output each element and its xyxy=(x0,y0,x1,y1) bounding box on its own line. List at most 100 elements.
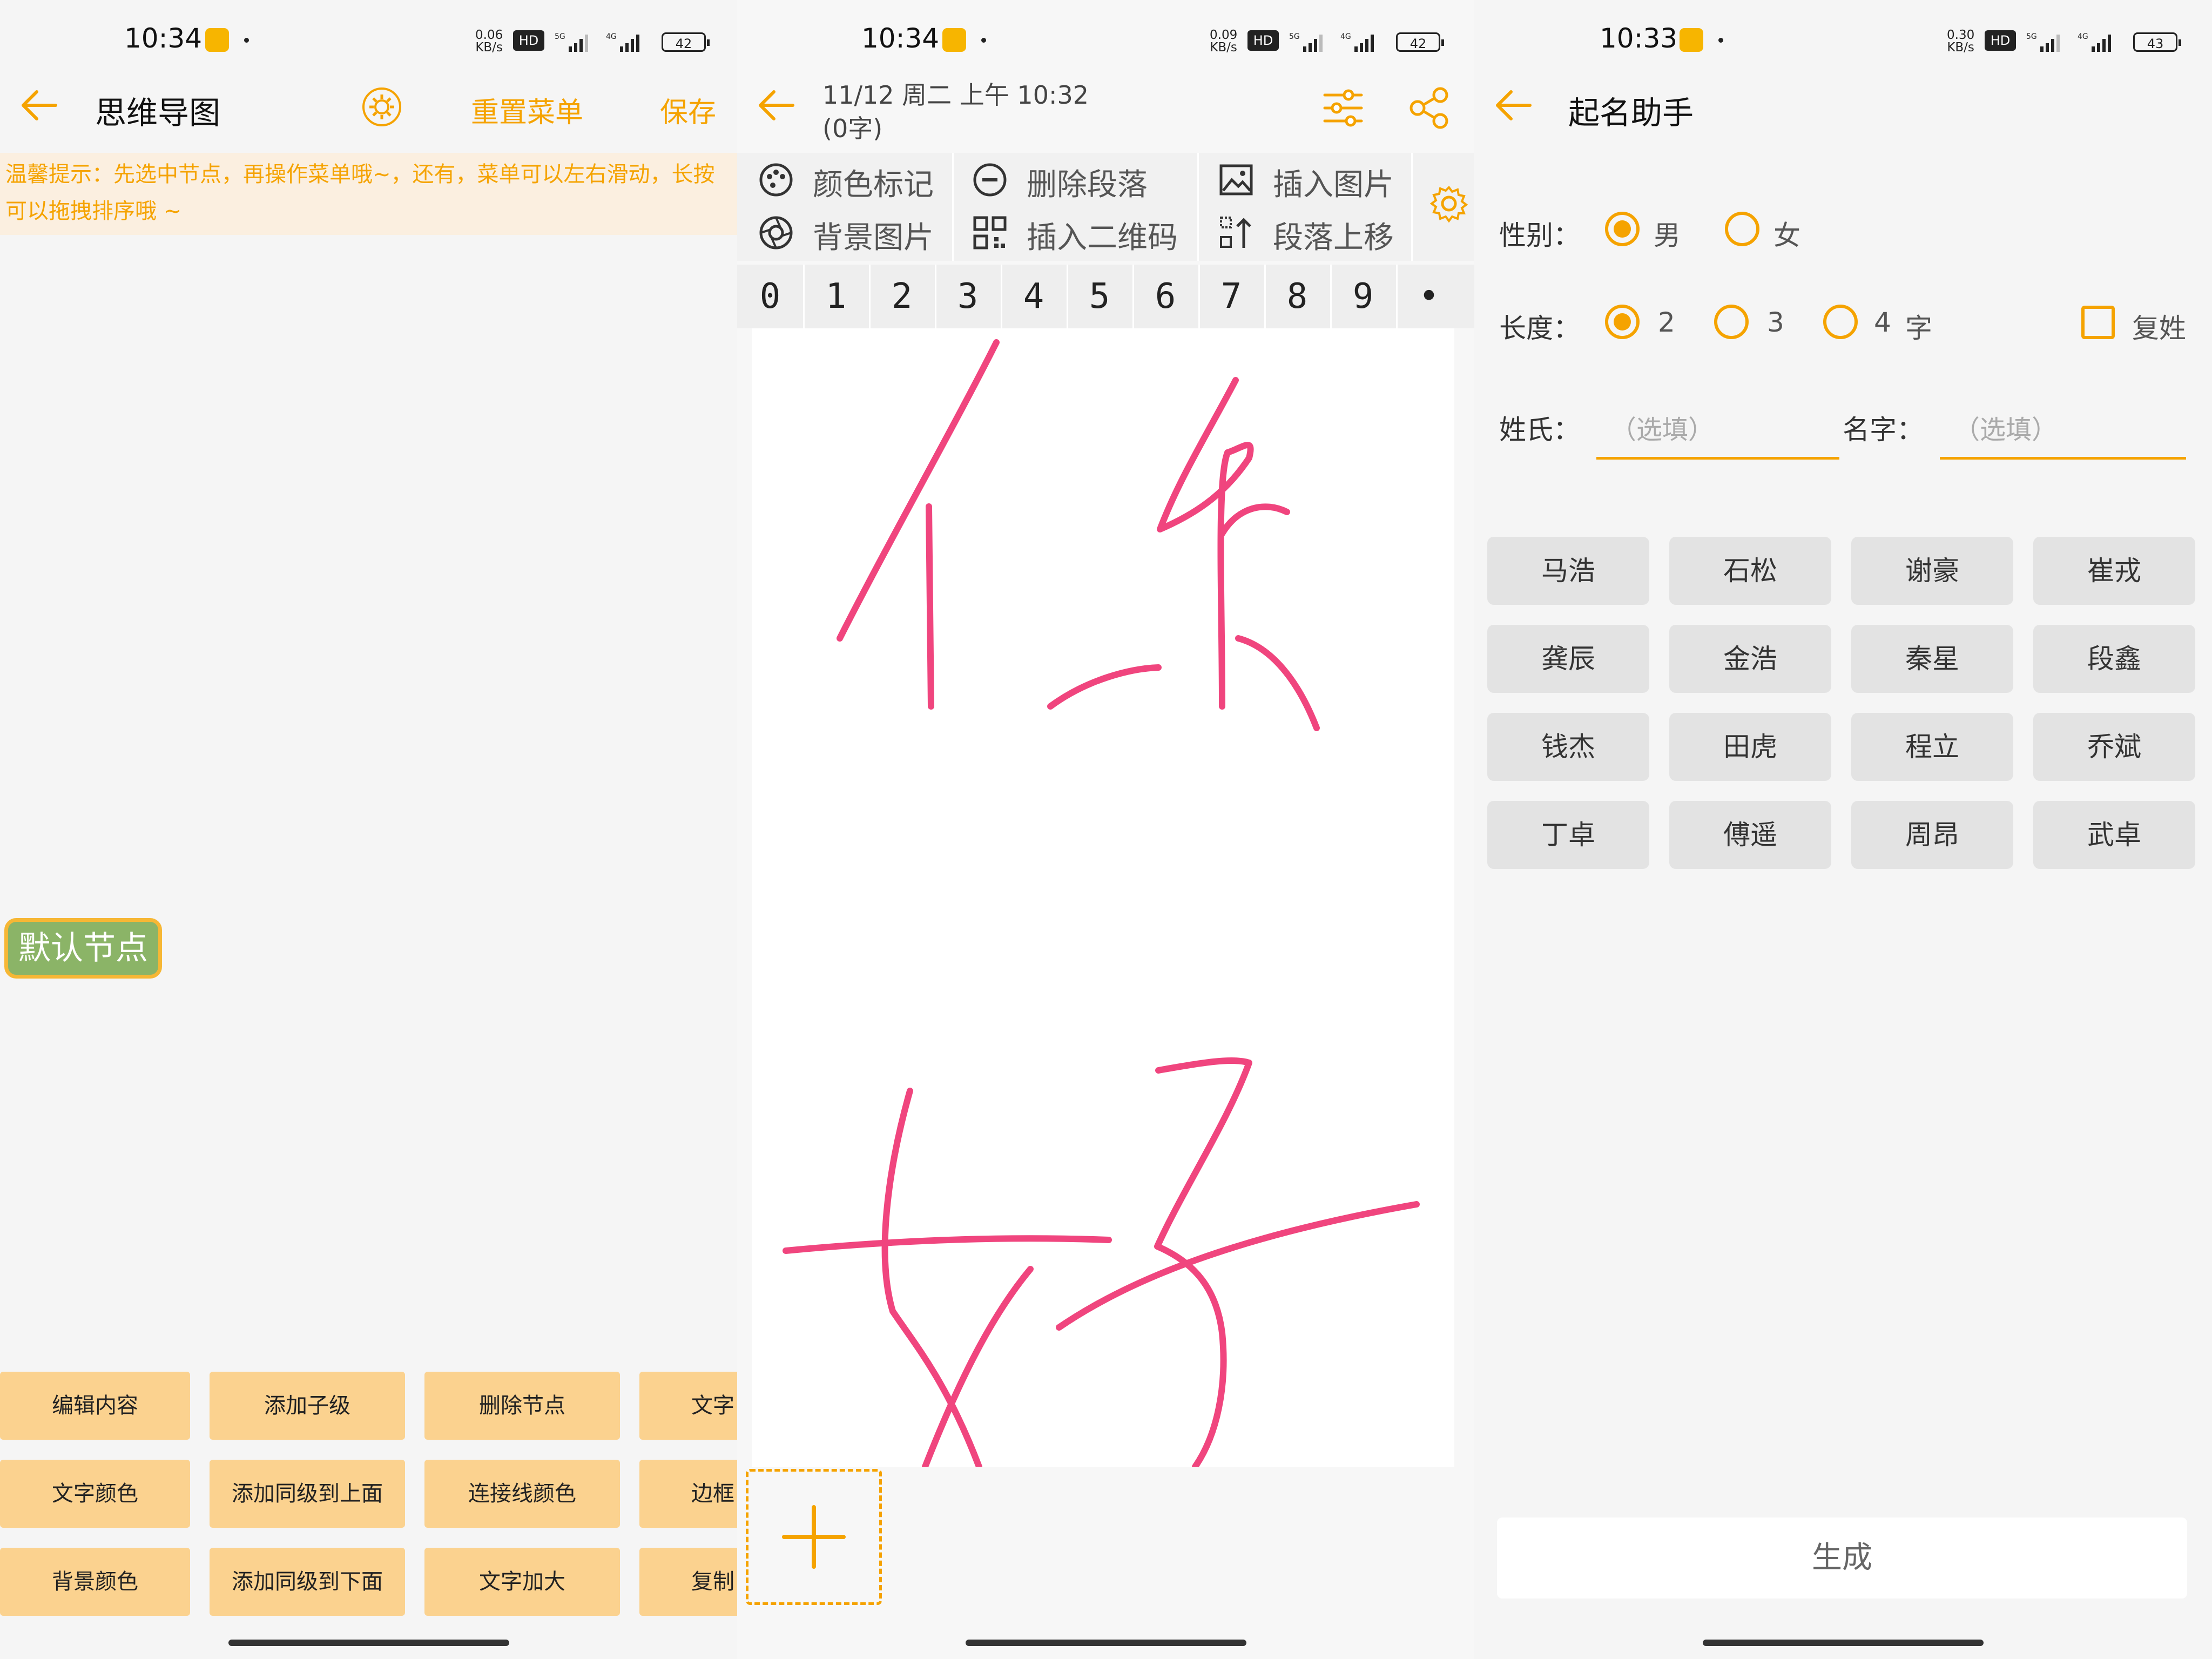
settings-gear-icon[interactable] xyxy=(359,84,405,130)
palette-icon xyxy=(759,163,793,197)
generate-button[interactable]: 生成 xyxy=(1497,1518,2187,1599)
tip-banner: 温馨提示：先选中节点，再操作菜单哦~，还有，菜单可以左右滑动，长按可以拖拽排序哦… xyxy=(0,153,737,235)
name-chip[interactable]: 乔斌 xyxy=(2033,713,2195,781)
add-sibling-below-button[interactable]: 添加同级到下面 xyxy=(210,1548,405,1616)
signal-5g-icon: 5G xyxy=(2026,32,2060,52)
name-chip[interactable]: 武卓 xyxy=(2033,801,2195,869)
gender-male-label: 男 xyxy=(1654,220,1681,251)
add-item-button[interactable] xyxy=(746,1469,882,1605)
name-chip[interactable]: 周昂 xyxy=(1851,801,2013,869)
length-3-radio[interactable] xyxy=(1714,305,1749,339)
name-chip[interactable]: 谢豪 xyxy=(1851,537,2013,605)
length-2-label: 2 xyxy=(1658,307,1675,338)
digit-3-key[interactable]: 3 xyxy=(935,265,1002,328)
digit-5-key[interactable]: 5 xyxy=(1067,265,1134,328)
name-chip[interactable]: 崔戎 xyxy=(2033,537,2195,605)
link-color-button[interactable]: 连接线颜色 xyxy=(424,1460,620,1528)
svg-text:4G: 4G xyxy=(606,32,617,41)
message-app-icon xyxy=(942,28,966,52)
adjust-settings-icon[interactable] xyxy=(1320,85,1366,131)
given-name-underline xyxy=(1940,457,2186,460)
length-unit-label: 字 xyxy=(1905,313,1932,344)
home-indicator[interactable] xyxy=(228,1640,509,1646)
delete-node-button[interactable]: 删除节点 xyxy=(424,1372,620,1440)
default-node[interactable]: 默认节点 xyxy=(4,918,162,979)
gender-male-radio[interactable] xyxy=(1605,212,1640,246)
digit-0-key[interactable]: 0 xyxy=(737,265,805,328)
length-4-radio[interactable] xyxy=(1823,305,1858,339)
signal-5g-icon: 5G xyxy=(1289,32,1323,52)
name-chip[interactable]: 龚辰 xyxy=(1487,625,1649,693)
handwriting-canvas[interactable] xyxy=(752,328,1454,1467)
name-chip[interactable]: 丁卓 xyxy=(1487,801,1649,869)
notification-dot-icon xyxy=(981,38,986,43)
name-chip[interactable]: 段鑫 xyxy=(2033,625,2195,693)
page-title: 思维导图 xyxy=(95,95,221,131)
signal-4g-icon: 4G xyxy=(606,32,639,52)
ink-stroke xyxy=(1056,1201,1420,1331)
add-sibling-above-button[interactable]: 添加同级到上面 xyxy=(210,1460,405,1528)
insert-image-button[interactable]: 插入图片 xyxy=(1273,160,1394,204)
dot-key[interactable]: • xyxy=(1396,265,1462,328)
text-larger-button[interactable]: 文字加大 xyxy=(424,1548,620,1616)
surname-label: 姓氏： xyxy=(1499,414,1580,446)
share-icon[interactable] xyxy=(1407,85,1452,131)
digit-2-key[interactable]: 2 xyxy=(869,265,936,328)
color-mark-button[interactable]: 颜色标记 xyxy=(813,160,934,204)
insert-qr-button[interactable]: 插入二维码 xyxy=(1027,213,1178,257)
back-arrow-icon[interactable] xyxy=(15,81,64,130)
name-chip[interactable]: 秦星 xyxy=(1851,625,2013,693)
image-icon xyxy=(1219,164,1253,195)
network-speed: 0.06 KB/s xyxy=(475,28,503,55)
digit-8-key[interactable]: 8 xyxy=(1264,265,1332,328)
compound-surname-checkbox[interactable] xyxy=(2081,306,2115,339)
digit-bar: 0 1 2 3 4 5 6 7 8 9 • xyxy=(737,265,1474,328)
digit-6-key[interactable]: 6 xyxy=(1132,265,1200,328)
toolbar-divider xyxy=(952,153,954,261)
ink-stroke xyxy=(922,1266,1034,1467)
reset-menu-button[interactable]: 重置菜单 xyxy=(471,90,583,130)
toolbar-divider xyxy=(1197,153,1199,261)
back-arrow-icon[interactable] xyxy=(752,81,801,130)
svg-text:5G: 5G xyxy=(555,32,565,41)
naming-assistant-screen: 10:33 0.30 KB/s HD 5G 4G 43 起名助手 性别： 男 女 … xyxy=(1474,0,2212,1659)
given-name-input[interactable]: （选填） xyxy=(1954,408,2058,446)
paragraph-up-button[interactable]: 段落上移 xyxy=(1273,213,1394,257)
gender-female-radio[interactable] xyxy=(1725,212,1759,246)
digit-9-key[interactable]: 9 xyxy=(1330,265,1398,328)
status-bar: 10:34 0.09 KB/s HD 5G 4G 42 xyxy=(737,0,1474,81)
digit-7-key[interactable]: 7 xyxy=(1198,265,1266,328)
editor-toolbar: 颜色标记 删除段落 插入图片 背景图片 插入二维码 段落上移 xyxy=(737,153,1474,261)
toolbar-settings-icon[interactable] xyxy=(1429,184,1468,223)
text-color-button[interactable]: 文字颜色 xyxy=(0,1460,190,1528)
digit-4-key[interactable]: 4 xyxy=(1001,265,1068,328)
ink-stroke xyxy=(1154,1057,1252,1467)
name-chip[interactable]: 傅遥 xyxy=(1669,801,1831,869)
name-chip[interactable]: 程立 xyxy=(1851,713,2013,781)
status-bar: 10:34 0.06 KB/s HD 5G 4G 42 xyxy=(0,0,737,81)
gender-female-label: 女 xyxy=(1773,220,1800,251)
length-2-radio[interactable] xyxy=(1605,305,1640,339)
save-button[interactable]: 保存 xyxy=(660,90,716,130)
home-indicator[interactable] xyxy=(965,1640,1246,1646)
hd-badge: HD xyxy=(513,30,544,51)
back-arrow-icon[interactable] xyxy=(1489,81,1538,130)
copy-button-partial[interactable]: 复制 xyxy=(639,1548,737,1616)
minus-circle-icon xyxy=(973,163,1007,197)
home-indicator[interactable] xyxy=(1703,1640,1984,1646)
name-chip[interactable]: 钱杰 xyxy=(1487,713,1649,781)
length-4-label: 4 xyxy=(1874,307,1891,338)
name-chip[interactable]: 石松 xyxy=(1669,537,1831,605)
add-child-button[interactable]: 添加子级 xyxy=(210,1372,405,1440)
bg-color-button[interactable]: 背景颜色 xyxy=(0,1548,190,1616)
name-chip[interactable]: 田虎 xyxy=(1669,713,1831,781)
name-chip[interactable]: 金浩 xyxy=(1669,625,1831,693)
background-image-button[interactable]: 背景图片 xyxy=(813,213,934,257)
surname-input[interactable]: （选填） xyxy=(1610,408,1714,446)
name-chip[interactable]: 马浩 xyxy=(1487,537,1649,605)
edit-content-button[interactable]: 编辑内容 xyxy=(0,1372,190,1440)
text-button-partial[interactable]: 文字 xyxy=(639,1372,737,1440)
border-button-partial[interactable]: 边框 xyxy=(639,1460,737,1528)
delete-paragraph-button[interactable]: 删除段落 xyxy=(1027,160,1148,204)
digit-1-key[interactable]: 1 xyxy=(803,265,871,328)
